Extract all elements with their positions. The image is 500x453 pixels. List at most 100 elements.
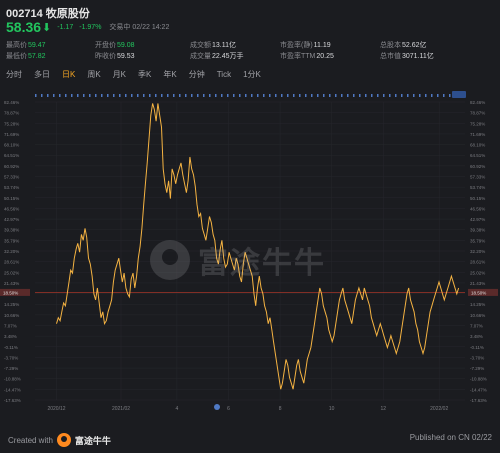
y-tick-label-left: 7.07% (4, 324, 17, 329)
event-marker (59, 94, 61, 97)
event-marker (137, 94, 139, 97)
event-marker (437, 94, 439, 97)
y-tick-label-right: -0.11% (470, 345, 484, 350)
event-marker (227, 94, 229, 97)
price-change: -1.17 (57, 23, 74, 31)
event-marker (323, 94, 325, 97)
y-tick-label-left: 64.51% (4, 153, 19, 158)
tab-月K[interactable]: 月K (107, 67, 132, 83)
tab-分钟[interactable]: 分钟 (183, 67, 211, 83)
stat-label: 最低价 (6, 53, 27, 60)
bottom-marker-icon (214, 404, 220, 410)
down-arrow-icon: ⬇ (42, 21, 52, 34)
y-tick-label-left: -14.47% (4, 387, 21, 392)
y-tick-label-right: -7.29% (470, 366, 484, 371)
event-marker (347, 94, 349, 97)
event-marker (161, 94, 163, 97)
event-marker (239, 94, 241, 97)
y-tick-label-left: 60.92% (4, 164, 19, 169)
stat-value: 52.62亿 (402, 42, 427, 49)
y-tick-label-left: 39.38% (4, 228, 19, 233)
stat-item: 昨收价59.53 (95, 51, 135, 61)
event-marker (185, 94, 187, 97)
stat-value: 20.25 (316, 53, 334, 60)
y-tick-label-right: 71.69% (470, 132, 485, 137)
stat-item: 最高价59.47 (6, 40, 46, 50)
event-marker (269, 94, 271, 97)
event-marker (317, 94, 319, 97)
event-marker (257, 94, 259, 97)
event-marker (251, 94, 253, 97)
y-tick-label-right: 3.48% (470, 334, 483, 339)
event-marker (287, 94, 289, 97)
y-tick-label-right: 39.38% (470, 228, 485, 233)
tab-季K[interactable]: 季K (132, 67, 157, 83)
stat-item: 成交量22.45万手 (190, 51, 244, 61)
event-marker (143, 94, 145, 97)
price-change-pct: -1.97% (79, 23, 102, 31)
x-tick-label: 10 (329, 406, 335, 412)
tab-分时[interactable]: 分时 (0, 67, 28, 83)
futu-logo-icon (56, 433, 71, 447)
stat-label: 成交额 (190, 42, 211, 49)
tab-日K[interactable]: 日K (56, 67, 81, 83)
baseline-label-left: 18.50% (3, 290, 18, 295)
event-marker (305, 94, 307, 97)
stat-value: 59.08 (117, 42, 135, 49)
event-marker (365, 94, 367, 97)
y-tick-label-right: -14.47% (470, 387, 487, 392)
tab-Tick[interactable]: Tick (211, 67, 237, 83)
y-tick-label-left: 75.28% (4, 121, 19, 126)
y-tick-label-left: 50.15% (4, 196, 19, 201)
x-tick-label: 6 (227, 406, 230, 412)
y-tick-label-right: 78.87% (470, 111, 485, 116)
stat-value: 57.82 (28, 53, 46, 60)
watermark-text: 富途牛牛 (198, 247, 326, 280)
event-marker (389, 94, 391, 97)
event-marker (131, 94, 133, 97)
x-tick-label: 12 (381, 406, 387, 412)
x-tick-label: 8 (279, 406, 282, 412)
y-tick-label-left: 14.25% (4, 302, 19, 307)
event-marker (395, 94, 397, 97)
event-marker (197, 94, 199, 97)
tab-1分K[interactable]: 1分K (237, 67, 267, 83)
legend-box (452, 91, 466, 98)
event-marker (107, 94, 109, 97)
event-marker (221, 94, 223, 97)
stat-item: 总股本52.62亿 (380, 40, 427, 50)
event-marker (371, 94, 373, 97)
y-tick-label-left: 57.33% (4, 175, 19, 180)
footer: Created with 富途牛牛 Published on CN 02/22 (0, 428, 500, 450)
event-marker (233, 94, 235, 97)
stat-label: 总市值 (380, 53, 401, 60)
created-with: Created with 富途牛牛 (8, 433, 111, 447)
event-marker (41, 94, 43, 97)
event-marker (401, 94, 403, 97)
y-tick-label-left: -17.63% (4, 398, 21, 403)
y-tick-label-right: 10.66% (470, 313, 485, 318)
event-marker (431, 94, 433, 97)
tab-年K[interactable]: 年K (157, 67, 182, 83)
event-marker (281, 94, 283, 97)
tab-周K[interactable]: 周K (81, 67, 106, 83)
y-tick-label-right: -3.70% (470, 355, 484, 360)
event-marker (359, 94, 361, 97)
y-tick-label-right: 28.61% (470, 260, 485, 265)
y-tick-label-left: 21.43% (4, 281, 19, 286)
event-marker (191, 94, 193, 97)
stat-item: 总市值3071.11亿 (380, 51, 434, 61)
event-marker (35, 94, 37, 97)
event-marker (101, 94, 103, 97)
y-tick-label-right: 57.33% (470, 175, 485, 180)
tab-多日[interactable]: 多日 (28, 67, 56, 83)
event-marker (47, 94, 49, 97)
stat-value: 22.45万手 (212, 53, 244, 60)
y-tick-label-right: -17.63% (470, 398, 487, 403)
y-tick-label-right: 21.43% (470, 281, 485, 286)
stat-item: 市盈率(静)11.19 (280, 40, 331, 50)
x-tick-label: 4 (176, 406, 179, 412)
stat-value: 59.47 (28, 42, 46, 49)
event-marker (293, 94, 295, 97)
watermark-logo-icon (150, 240, 190, 280)
